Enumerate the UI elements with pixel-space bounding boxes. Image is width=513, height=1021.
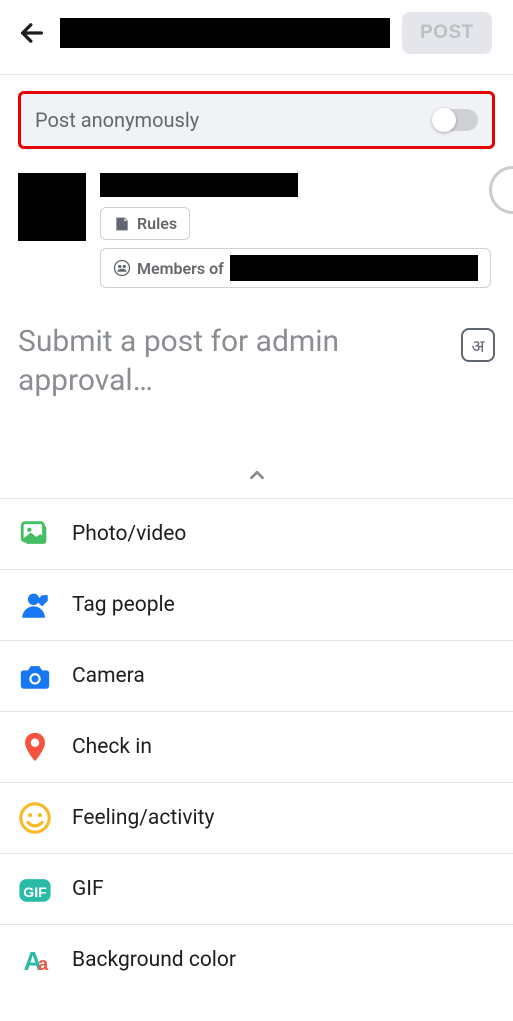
svg-text:a: a — [38, 953, 49, 974]
option-label: Camera — [72, 664, 145, 688]
profile-meta: Rules Members of — [100, 173, 491, 288]
option-label: Background color — [72, 948, 236, 972]
text-format-icon: Aa — [18, 943, 52, 977]
option-background-color[interactable]: Aa Background color — [0, 925, 513, 981]
members-pill[interactable]: Members of — [100, 248, 491, 288]
rules-label: Rules — [137, 214, 177, 233]
collapse-row — [0, 442, 513, 498]
anonymous-toggle[interactable] — [434, 109, 478, 131]
anonymous-section: Post anonymously — [0, 75, 513, 161]
arrow-left-icon — [18, 19, 46, 47]
option-gif[interactable]: GIF GIF — [0, 854, 513, 925]
gif-icon: GIF — [18, 872, 52, 906]
option-tag-people[interactable]: Tag people — [0, 570, 513, 641]
location-pin-icon — [18, 730, 52, 764]
post-button[interactable]: POST — [402, 12, 492, 54]
anonymous-label: Post anonymously — [35, 108, 199, 132]
avatar-redacted — [18, 173, 86, 241]
option-label: Check in — [72, 735, 152, 759]
svg-text:GIF: GIF — [23, 885, 47, 901]
smiley-icon — [18, 801, 52, 835]
members-label: Members of — [137, 259, 224, 278]
header-title-redacted — [60, 18, 390, 48]
option-label: Feeling/activity — [72, 806, 214, 830]
group-icon — [113, 259, 131, 277]
option-label: GIF — [72, 877, 104, 901]
option-check-in[interactable]: Check in — [0, 712, 513, 783]
option-list: Photo/video Tag people Camera Check in F… — [0, 498, 513, 981]
back-button[interactable] — [16, 17, 48, 49]
chevron-up-icon[interactable] — [246, 464, 268, 490]
image-icon — [18, 517, 52, 551]
language-switch-button[interactable]: अ — [461, 328, 495, 362]
profile-row: Rules Members of — [0, 161, 513, 292]
compose-input[interactable]: Submit a post for admin approval… — [18, 322, 449, 442]
option-label: Tag people — [72, 593, 175, 617]
anonymous-toggle-row[interactable]: Post anonymously — [18, 91, 495, 149]
toggle-knob — [432, 108, 456, 132]
option-label: Photo/video — [72, 522, 186, 546]
user-name-redacted — [100, 173, 298, 197]
rules-pill[interactable]: Rules — [100, 207, 190, 240]
header: POST — [0, 0, 513, 75]
option-photo-video[interactable]: Photo/video — [0, 499, 513, 570]
option-feeling-activity[interactable]: Feeling/activity — [0, 783, 513, 854]
option-camera[interactable]: Camera — [0, 641, 513, 712]
rules-icon — [113, 215, 131, 233]
members-group-redacted — [230, 255, 478, 281]
compose-area: Submit a post for admin approval… अ — [0, 292, 513, 442]
camera-icon — [18, 659, 52, 693]
person-tag-icon — [18, 588, 52, 622]
